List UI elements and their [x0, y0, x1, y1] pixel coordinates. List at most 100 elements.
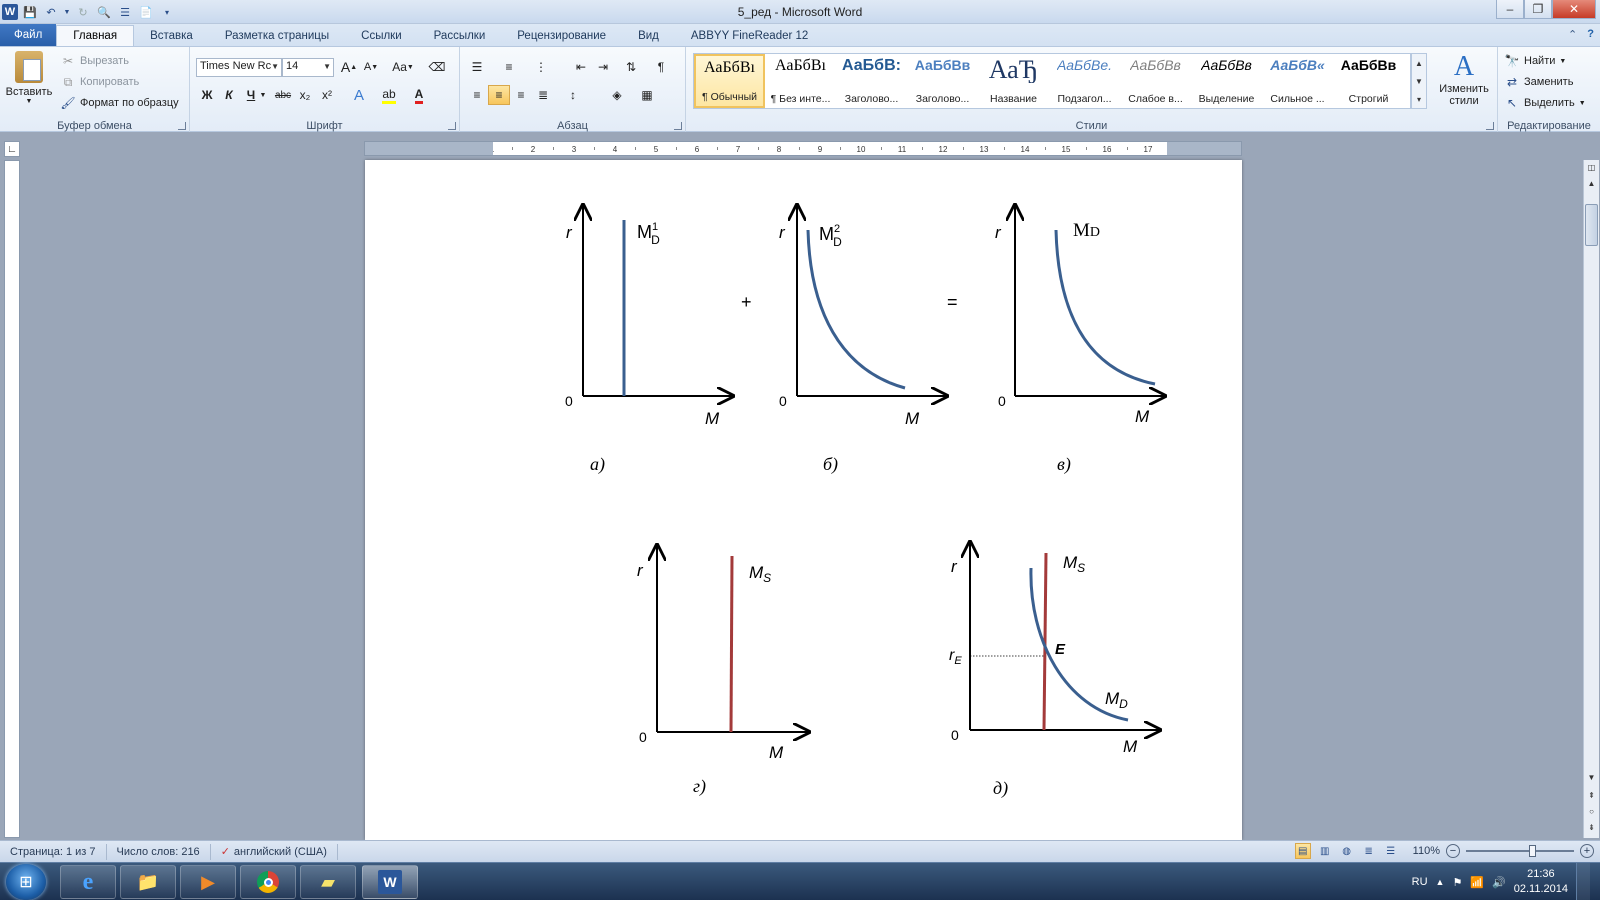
- network-icon[interactable]: 📶: [1470, 876, 1484, 889]
- action-center-icon[interactable]: ⚑: [1452, 876, 1462, 889]
- tab-review[interactable]: Рецензирование: [501, 25, 622, 46]
- zoom-in-icon[interactable]: +: [1580, 844, 1594, 858]
- tab-file[interactable]: Файл: [0, 24, 57, 46]
- tab-view[interactable]: Вид: [622, 25, 675, 46]
- chevron-up-icon[interactable]: ▲: [1415, 59, 1423, 68]
- scroll-thumb[interactable]: [1585, 204, 1598, 246]
- zoom-out-icon[interactable]: −: [1446, 844, 1460, 858]
- tab-page-layout[interactable]: Разметка страницы: [209, 25, 345, 46]
- print-layout-icon[interactable]: ▤: [1294, 843, 1311, 859]
- browse-object-icon[interactable]: ○: [1584, 804, 1599, 819]
- justify-icon[interactable]: ≣: [532, 85, 554, 105]
- chevron-down-icon[interactable]: ▼: [1584, 770, 1599, 785]
- style-emphasis[interactable]: АаБбВв Выделение: [1191, 54, 1262, 108]
- styles-launcher-icon[interactable]: [1486, 122, 1494, 130]
- language-indicator[interactable]: ✓ английский (США): [211, 843, 338, 860]
- clipboard-launcher-icon[interactable]: [178, 122, 186, 130]
- start-button[interactable]: ⊞: [6, 864, 46, 900]
- pilcrow-icon[interactable]: ¶: [650, 57, 672, 77]
- sort-icon[interactable]: ⇅: [620, 57, 642, 77]
- tab-home[interactable]: Главная: [56, 25, 135, 46]
- find-button[interactable]: 🔭 Найти ▼: [1504, 51, 1567, 71]
- minimize-ribbon-icon[interactable]: ⌃: [1568, 28, 1577, 41]
- align-left-icon[interactable]: ≡: [466, 85, 488, 105]
- clock[interactable]: 21:36 02.11.2014: [1514, 867, 1568, 897]
- font-launcher-icon[interactable]: [448, 122, 456, 130]
- media-player-taskbar-button[interactable]: ▶: [180, 865, 236, 899]
- ie-taskbar-button[interactable]: e: [60, 865, 116, 899]
- increase-indent-icon[interactable]: ⇥: [592, 57, 614, 77]
- change-case-button[interactable]: Aa ▼: [388, 57, 418, 77]
- italic-button[interactable]: К: [218, 85, 240, 105]
- subscript-button[interactable]: x₂: [294, 85, 316, 105]
- chrome-taskbar-button[interactable]: [240, 865, 296, 899]
- draft-icon[interactable]: ☰: [1383, 843, 1399, 859]
- input-language[interactable]: RU: [1412, 876, 1428, 888]
- restore-icon[interactable]: ❐: [1524, 0, 1552, 19]
- shading-icon[interactable]: ◈: [606, 85, 628, 105]
- word-taskbar-button[interactable]: W: [362, 865, 418, 899]
- clear-formatting-icon[interactable]: ⌫: [426, 57, 448, 77]
- copy-button[interactable]: ⧉ Копировать: [60, 72, 140, 92]
- volume-icon[interactable]: 🔊: [1492, 876, 1506, 889]
- style-no-spacing[interactable]: АаБбВı ¶ Без инте...: [765, 54, 836, 108]
- decrease-indent-icon[interactable]: ⇤: [570, 57, 592, 77]
- close-icon[interactable]: ✕: [1552, 0, 1596, 19]
- style-subtitle[interactable]: АаБбВе. Подзагол...: [1049, 54, 1120, 108]
- page-indicator[interactable]: Страница: 1 из 7: [0, 843, 107, 860]
- zoom-slider[interactable]: [1466, 843, 1574, 859]
- select-button[interactable]: ↖ Выделить ▼: [1504, 93, 1586, 113]
- style-subtle-emphasis[interactable]: АаБбВв Слабое в...: [1120, 54, 1191, 108]
- outline-icon[interactable]: ≣: [1361, 843, 1377, 859]
- notes-taskbar-button[interactable]: ▰: [300, 865, 356, 899]
- style-heading-1[interactable]: АаБбВ: Заголово...: [836, 54, 907, 108]
- chevron-down-icon[interactable]: ▼: [258, 85, 268, 105]
- reading-layout-icon[interactable]: ▥: [1317, 843, 1333, 859]
- show-desktop-button[interactable]: [1576, 863, 1590, 900]
- chevron-up-icon[interactable]: ▲: [1584, 176, 1599, 191]
- style-strong[interactable]: АаБбВв Строгий: [1333, 54, 1404, 108]
- numbering-icon[interactable]: ≡: [498, 57, 520, 77]
- cut-button[interactable]: ✂ Вырезать: [60, 51, 129, 71]
- tab-references[interactable]: Ссылки: [345, 25, 418, 46]
- strikethrough-button[interactable]: abc: [272, 85, 294, 105]
- style-title[interactable]: АаЂ Название: [978, 54, 1049, 108]
- ruler-toggle-icon[interactable]: ◫: [1584, 160, 1599, 175]
- vertical-scrollbar[interactable]: ◫ ▲ ▼ ⇞ ○ ⇟: [1583, 160, 1599, 838]
- bullets-icon[interactable]: ☰: [466, 57, 488, 77]
- explorer-taskbar-button[interactable]: 📁: [120, 865, 176, 899]
- borders-icon[interactable]: ▦: [636, 85, 658, 105]
- font-color-icon[interactable]: A: [408, 85, 430, 105]
- style-heading-2[interactable]: АаБбВв Заголово...: [907, 54, 978, 108]
- paragraph-launcher-icon[interactable]: [674, 122, 682, 130]
- bold-button[interactable]: Ж: [196, 85, 218, 105]
- align-center-icon[interactable]: ≡: [488, 85, 510, 105]
- superscript-button[interactable]: x²: [316, 85, 338, 105]
- paste-button[interactable]: Вставить ▼: [4, 51, 54, 113]
- style-intense-emphasis[interactable]: АаБбВ« Сильное ...: [1262, 54, 1333, 108]
- style-normal[interactable]: АаБбВı ¶ Обычный: [694, 54, 765, 108]
- help-icon[interactable]: ?: [1587, 28, 1594, 41]
- zoom-knob[interactable]: [1529, 845, 1536, 857]
- next-page-icon[interactable]: ⇟: [1584, 820, 1599, 835]
- change-styles-button[interactable]: A Изменить стили: [1434, 51, 1494, 117]
- show-hidden-icons-icon[interactable]: ▲: [1436, 877, 1445, 887]
- styles-gallery-scroll[interactable]: ▲ ▼ ▾: [1411, 53, 1427, 109]
- align-right-icon[interactable]: ≡: [510, 85, 532, 105]
- chevron-down-icon[interactable]: ▼: [1415, 77, 1423, 86]
- vertical-ruler[interactable]: [4, 160, 20, 838]
- tab-insert[interactable]: Вставка: [134, 25, 209, 46]
- horizontal-ruler[interactable]: 3211234567891011121314151617: [364, 141, 1242, 156]
- font-name-combo[interactable]: Times New Rc ▼: [196, 58, 282, 77]
- word-count[interactable]: Число слов: 216: [107, 843, 211, 860]
- tab-mailings[interactable]: Рассылки: [418, 25, 502, 46]
- replace-button[interactable]: ⇄ Заменить: [1504, 72, 1573, 92]
- line-spacing-icon[interactable]: ↕: [562, 85, 584, 105]
- tab-abbyy[interactable]: ABBYY FineReader 12: [675, 25, 824, 46]
- tab-selector-icon[interactable]: ∟: [4, 141, 20, 157]
- grow-font-button[interactable]: A ▲: [338, 57, 360, 77]
- document-page[interactable]: r M 0 M1 D а) + r M 0 M2 D б) = r M 0 MD…: [365, 160, 1242, 840]
- minimize-icon[interactable]: –: [1496, 0, 1524, 19]
- text-effects-icon[interactable]: A: [348, 85, 370, 105]
- more-icon[interactable]: ▾: [1417, 95, 1421, 104]
